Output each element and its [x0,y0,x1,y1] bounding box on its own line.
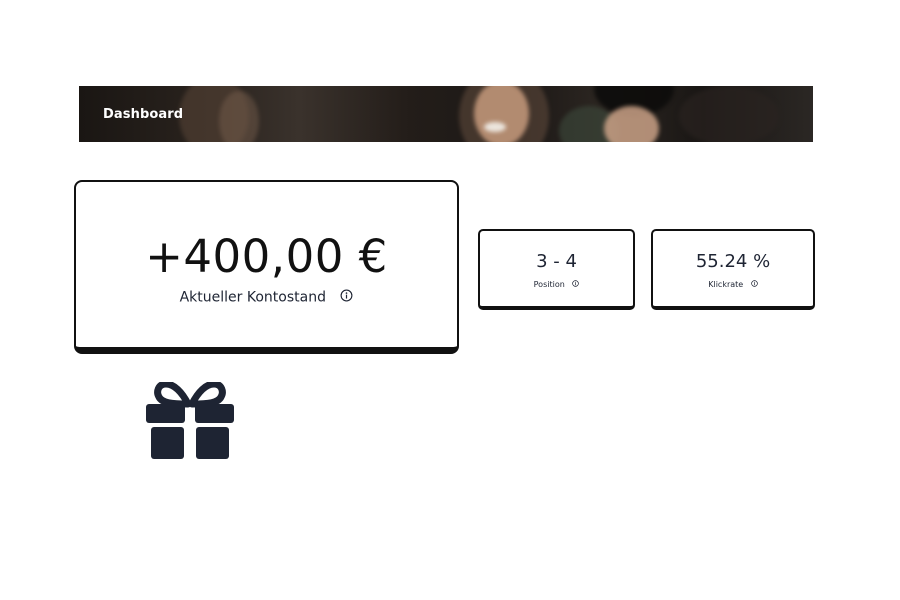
clickrate-card: 55.24 % Klickrate [651,229,815,310]
dashboard-banner: Dashboard [79,86,813,142]
balance-card: +400,00 € Aktueller Kontostand [74,180,459,354]
position-card: 3 - 4 Position [478,229,635,310]
clickrate-info-icon[interactable] [751,280,758,289]
dashboard-page: Dashboard +400,00 € Aktueller Kontostand… [0,0,900,600]
clickrate-value: 55.24 % [695,251,771,272]
page-title: Dashboard [103,107,184,122]
gift-icon[interactable] [146,380,234,460]
position-value: 3 - 4 [536,251,577,272]
clickrate-caption: Klickrate [653,280,813,289]
balance-caption: Aktueller Kontostand [76,289,457,306]
balance-info-icon[interactable] [340,289,353,306]
balance-amount: +400,00 € [145,230,388,283]
position-caption: Position [480,280,633,289]
balance-label: Aktueller Kontostand [179,289,326,306]
position-label: Position [533,280,565,289]
clickrate-label: Klickrate [708,280,744,289]
position-info-icon[interactable] [572,280,580,289]
